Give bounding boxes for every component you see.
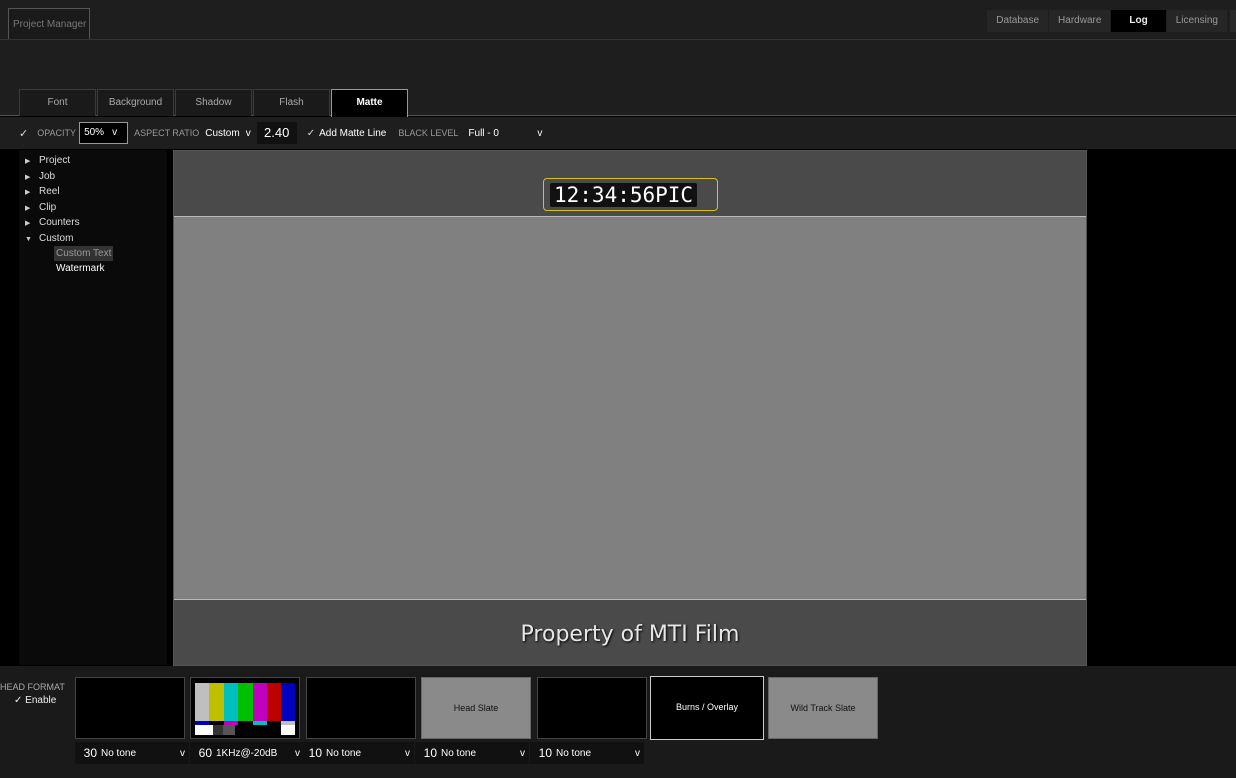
nav-overflow[interactable] bbox=[1230, 10, 1236, 32]
aspect-ratio-input[interactable]: 2.40 bbox=[256, 122, 297, 144]
tree-item-label: Clip bbox=[39, 201, 57, 213]
color-bars-thumb[interactable] bbox=[190, 677, 300, 739]
expand-icon[interactable]: ▶ bbox=[25, 170, 39, 185]
tone-selector-2[interactable]: 60 1KHz@-20dB v bbox=[190, 742, 304, 764]
nav-hardware[interactable]: Hardware bbox=[1049, 10, 1111, 32]
enable-label: Enable bbox=[25, 695, 57, 706]
expand-icon[interactable]: ▶ bbox=[25, 185, 39, 200]
color-bars-icon bbox=[195, 683, 295, 735]
tone-value: No tone bbox=[441, 747, 477, 759]
matte-options: ✓ OPACITY 50% v ASPECT RATIO Custom v 2.… bbox=[0, 117, 1236, 149]
tab-matte[interactable]: Matte bbox=[331, 89, 408, 117]
black-level-value: Full - 0 bbox=[468, 127, 499, 139]
burns-overlay-thumb[interactable]: Burns / Overlay bbox=[650, 676, 764, 740]
collapse-icon[interactable]: ▼ bbox=[25, 232, 39, 247]
head-format-panel: HEAD FORMAT ✓ Enable Head Slate Burns / … bbox=[0, 666, 1236, 778]
aspect-ratio-dropdown[interactable]: Custom v bbox=[202, 122, 254, 144]
chevron-down-icon: v bbox=[112, 127, 118, 138]
editor-header: Font Background Shadow Flash Matte bbox=[0, 40, 1236, 117]
nav-licensing[interactable]: Licensing bbox=[1166, 10, 1227, 32]
opacity-label: OPACITY bbox=[37, 128, 77, 138]
duration-value[interactable]: 60 bbox=[190, 746, 216, 760]
opacity-value: 50% bbox=[84, 127, 105, 138]
matte-top-bar: 12:34:56PIC bbox=[174, 151, 1086, 217]
tone-selector-1[interactable]: 30 No tone v bbox=[75, 742, 189, 764]
tab-shadow[interactable]: Shadow bbox=[175, 89, 252, 116]
check-icon: ✓ bbox=[14, 695, 26, 706]
tree-item-watermark[interactable]: Watermark bbox=[54, 261, 107, 276]
watermark-text[interactable]: Property of MTI Film bbox=[174, 622, 1086, 647]
expand-icon[interactable]: ▶ bbox=[25, 154, 39, 169]
project-manager-tab[interactable]: Project Manager bbox=[8, 8, 90, 39]
tone-value: 1KHz@-20dB bbox=[216, 747, 278, 759]
preview-canvas[interactable]: 12:34:56PIC Property of MTI Film bbox=[173, 150, 1087, 666]
tone-value: No tone bbox=[326, 747, 362, 759]
nav-log[interactable]: Log bbox=[1111, 10, 1166, 32]
tree-item-label: Reel bbox=[39, 186, 60, 197]
tree-item-custom-text[interactable]: Custom Text bbox=[54, 246, 114, 261]
tree-item-job[interactable]: ▶ Job bbox=[19, 169, 167, 185]
add-matte-line-checkbox[interactable]: ✓ bbox=[307, 128, 315, 139]
black-level-dropdown[interactable]: Full - 0 v bbox=[465, 122, 546, 144]
black-level-label: BLACK LEVEL bbox=[398, 128, 459, 138]
chevron-down-icon: v bbox=[635, 747, 640, 759]
tree-item-label: Custom bbox=[39, 232, 74, 244]
tone-selector-3[interactable]: 10 No tone v bbox=[300, 742, 414, 764]
style-tabs: Font Background Shadow Flash Matte bbox=[19, 89, 409, 117]
add-matte-line-label: Add Matte Line bbox=[319, 127, 387, 139]
tree-item-label: Project bbox=[39, 155, 71, 166]
duration-value[interactable]: 10 bbox=[300, 746, 326, 760]
head-slate-thumb[interactable]: Head Slate bbox=[421, 677, 531, 739]
black-slate-thumb-2[interactable] bbox=[306, 677, 416, 739]
tab-background[interactable]: Background bbox=[97, 89, 174, 116]
tree-item-project[interactable]: ▶ Project bbox=[19, 153, 167, 169]
matte-bottom-bar: Property of MTI Film bbox=[174, 599, 1086, 665]
tree-item-counters[interactable]: ▶ Counters bbox=[19, 215, 167, 231]
timecode-burn[interactable]: 12:34:56PIC bbox=[550, 183, 698, 207]
tree-item-custom[interactable]: ▼ Custom bbox=[19, 231, 167, 247]
tree-item-label: Counters bbox=[39, 217, 80, 228]
aspect-ratio-label: ASPECT RATIO bbox=[134, 128, 200, 138]
tab-flash[interactable]: Flash bbox=[253, 89, 330, 116]
black-slate-thumb[interactable] bbox=[75, 677, 185, 739]
chevron-down-icon: v bbox=[245, 127, 251, 139]
chevron-down-icon: v bbox=[537, 127, 543, 139]
chevron-down-icon: v bbox=[180, 747, 185, 759]
tone-selector-5[interactable]: 10 No tone v bbox=[530, 742, 644, 764]
tone-value: No tone bbox=[556, 747, 592, 759]
opacity-checkbox[interactable]: ✓ bbox=[19, 127, 28, 140]
enable-checkbox[interactable]: ✓ Enable bbox=[14, 695, 56, 706]
wild-track-slate-thumb[interactable]: Wild Track Slate bbox=[768, 677, 878, 739]
aspect-ratio-value: Custom bbox=[205, 127, 240, 139]
top-nav: Database Hardware Log Licensing bbox=[986, 10, 1236, 32]
nav-database[interactable]: Database bbox=[987, 10, 1049, 32]
duration-value[interactable]: 10 bbox=[530, 746, 556, 760]
tone-value: No tone bbox=[101, 747, 137, 759]
timecode-selection[interactable]: 12:34:56PIC bbox=[543, 178, 718, 211]
field-tree: ▶ Project ▶ Job ▶ Reel ▶ Clip ▶ Counters ▼ Cus… bbox=[19, 150, 167, 665]
chevron-down-icon: v bbox=[405, 747, 410, 759]
tab-font[interactable]: Font bbox=[19, 89, 96, 116]
tree-item-label: Job bbox=[39, 170, 56, 182]
duration-value[interactable]: 30 bbox=[75, 746, 101, 760]
expand-icon[interactable]: ▶ bbox=[25, 216, 39, 231]
duration-value[interactable]: 10 bbox=[415, 746, 441, 760]
expand-icon[interactable]: ▶ bbox=[25, 201, 39, 216]
opacity-dropdown[interactable]: 50% v bbox=[79, 122, 129, 144]
tone-selector-4[interactable]: 10 No tone v bbox=[415, 742, 529, 764]
head-format-label: HEAD FORMAT bbox=[0, 682, 65, 692]
tree-item-clip[interactable]: ▶ Clip bbox=[19, 200, 167, 216]
top-bar: Project Manager Database Hardware Log Li… bbox=[0, 0, 1236, 40]
chevron-down-icon: v bbox=[520, 747, 525, 759]
tree-item-reel[interactable]: ▶ Reel bbox=[19, 184, 167, 200]
black-slate-thumb-3[interactable] bbox=[537, 677, 647, 739]
